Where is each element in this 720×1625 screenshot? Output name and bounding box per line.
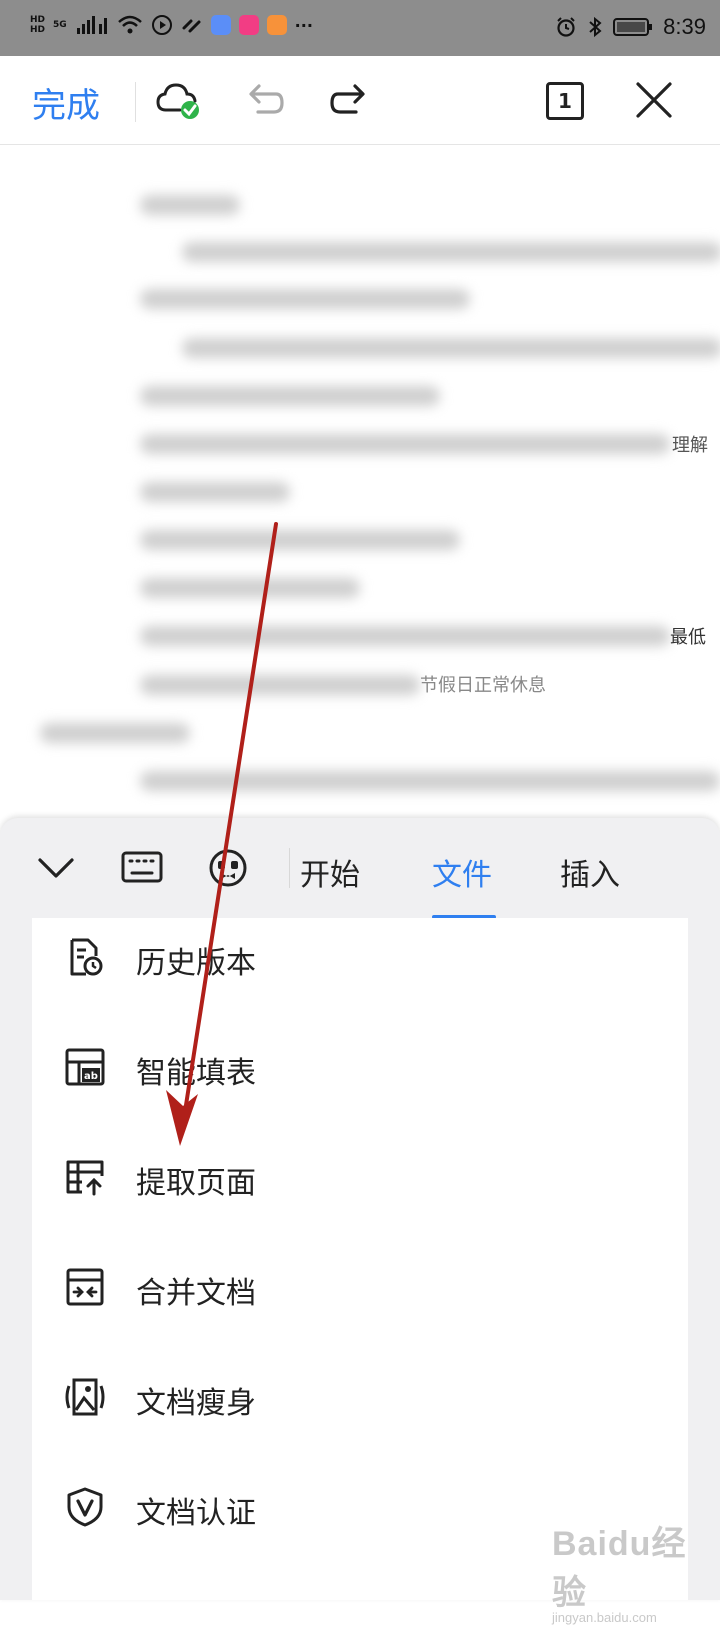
- you-app-icon: [238, 15, 259, 35]
- tab-file[interactable]: 文件: [432, 850, 492, 894]
- status-right: 8:39: [555, 14, 706, 40]
- page-count: 1: [558, 89, 572, 113]
- file-menu: 历史版本 ab 智能填表 提取页面 合并文档 文档瘦身 文档认证: [32, 918, 688, 1600]
- signal-icon: [76, 16, 107, 34]
- alarm-icon: [557, 17, 575, 37]
- extract-pages-icon: [66, 1160, 104, 1196]
- doc-fragment: 最低: [670, 627, 706, 648]
- battery-icon: [613, 18, 653, 36]
- doc-line: [140, 675, 420, 695]
- doc-line: [140, 530, 460, 550]
- more-notifications-icon: ···: [294, 15, 313, 35]
- status-bar: HD HD 5G ··· 8:39: [0, 0, 720, 56]
- keyboard-icon[interactable]: [120, 846, 164, 890]
- doc-line: [182, 338, 720, 358]
- doc-line: [140, 434, 670, 454]
- menu-item-label: 智能填表: [136, 1056, 256, 1091]
- wifi-icon: [117, 15, 142, 34]
- doc-line: [140, 482, 290, 502]
- doc-line: [140, 771, 720, 791]
- collapse-chevron-icon[interactable]: [34, 846, 78, 890]
- done-button[interactable]: 完成: [32, 78, 100, 127]
- assistant-robot-icon[interactable]: [206, 846, 250, 890]
- smart-form-icon: ab: [65, 1048, 105, 1086]
- bottom-panel: 开始 文件 插入 历史版本 ab 智能填表 提取页面 合并文档 文档瘦身 文档认…: [0, 818, 720, 1600]
- merge-documents-icon: [66, 1268, 104, 1306]
- menu-item-label: 提取页面: [136, 1166, 256, 1201]
- history-version-icon: [70, 938, 103, 976]
- video-app-icon: [266, 15, 287, 35]
- doc-line: [140, 626, 670, 646]
- editor-toolbar: 完成 1: [0, 56, 720, 145]
- doc-fragment: 理解: [672, 435, 708, 456]
- document-area[interactable]: 理解 最低 节假日正常休息: [0, 145, 720, 820]
- redo-icon[interactable]: [326, 76, 374, 124]
- undo-icon[interactable]: [240, 76, 288, 124]
- doc-line: [182, 242, 720, 262]
- hd-label-2: HD: [30, 25, 46, 35]
- status-left: HD HD 5G ···: [30, 14, 313, 36]
- baidu-watermark: Baidu经验 jingyan.baidu.com: [552, 1516, 720, 1625]
- menu-item-history-version[interactable]: 历史版本: [32, 900, 688, 1012]
- doc-line: [40, 723, 190, 743]
- network-labels: HD HD: [30, 15, 45, 35]
- menu-item-smart-form[interactable]: ab 智能填表: [32, 1010, 688, 1122]
- music-app-icon: [210, 15, 231, 35]
- doc-line: [140, 289, 470, 309]
- clock: 8:39: [663, 14, 706, 39]
- menu-item-extract-pages[interactable]: 提取页面: [32, 1120, 688, 1232]
- compress-document-icon: [65, 1378, 105, 1416]
- watermark-url: jingyan.baidu.com: [552, 1610, 657, 1625]
- tab-separator: [289, 848, 290, 888]
- menu-item-label: 历史版本: [136, 946, 256, 981]
- watermark-logo: Baidu经验: [552, 1525, 687, 1612]
- svg-text:ab: ab: [84, 1071, 98, 1082]
- document-verify-icon: [67, 1487, 103, 1527]
- doc-line: [140, 195, 240, 215]
- hd-label: HD: [30, 15, 46, 25]
- cloud-sync-icon[interactable]: [154, 76, 202, 124]
- doc-line: [140, 578, 360, 598]
- network-5g-label: 5G: [53, 20, 67, 30]
- doc-fragment: 节假日正常休息: [420, 675, 546, 696]
- bluetooth-icon: [589, 16, 602, 38]
- link-icon: [182, 19, 201, 33]
- doc-line: [140, 386, 440, 406]
- play-circle-icon: [151, 15, 172, 35]
- menu-item-label: 文档认证: [136, 1496, 256, 1531]
- tab-insert[interactable]: 插入: [560, 850, 620, 894]
- menu-item-label: 文档瘦身: [136, 1386, 256, 1421]
- tab-start[interactable]: 开始: [300, 850, 360, 894]
- menu-item-merge-documents[interactable]: 合并文档: [32, 1230, 688, 1342]
- close-icon[interactable]: [630, 76, 678, 124]
- page-count-button[interactable]: 1: [546, 82, 584, 120]
- toolbar-divider: [135, 82, 136, 122]
- menu-item-label: 合并文档: [136, 1276, 256, 1311]
- menu-item-compress-document[interactable]: 文档瘦身: [32, 1340, 688, 1452]
